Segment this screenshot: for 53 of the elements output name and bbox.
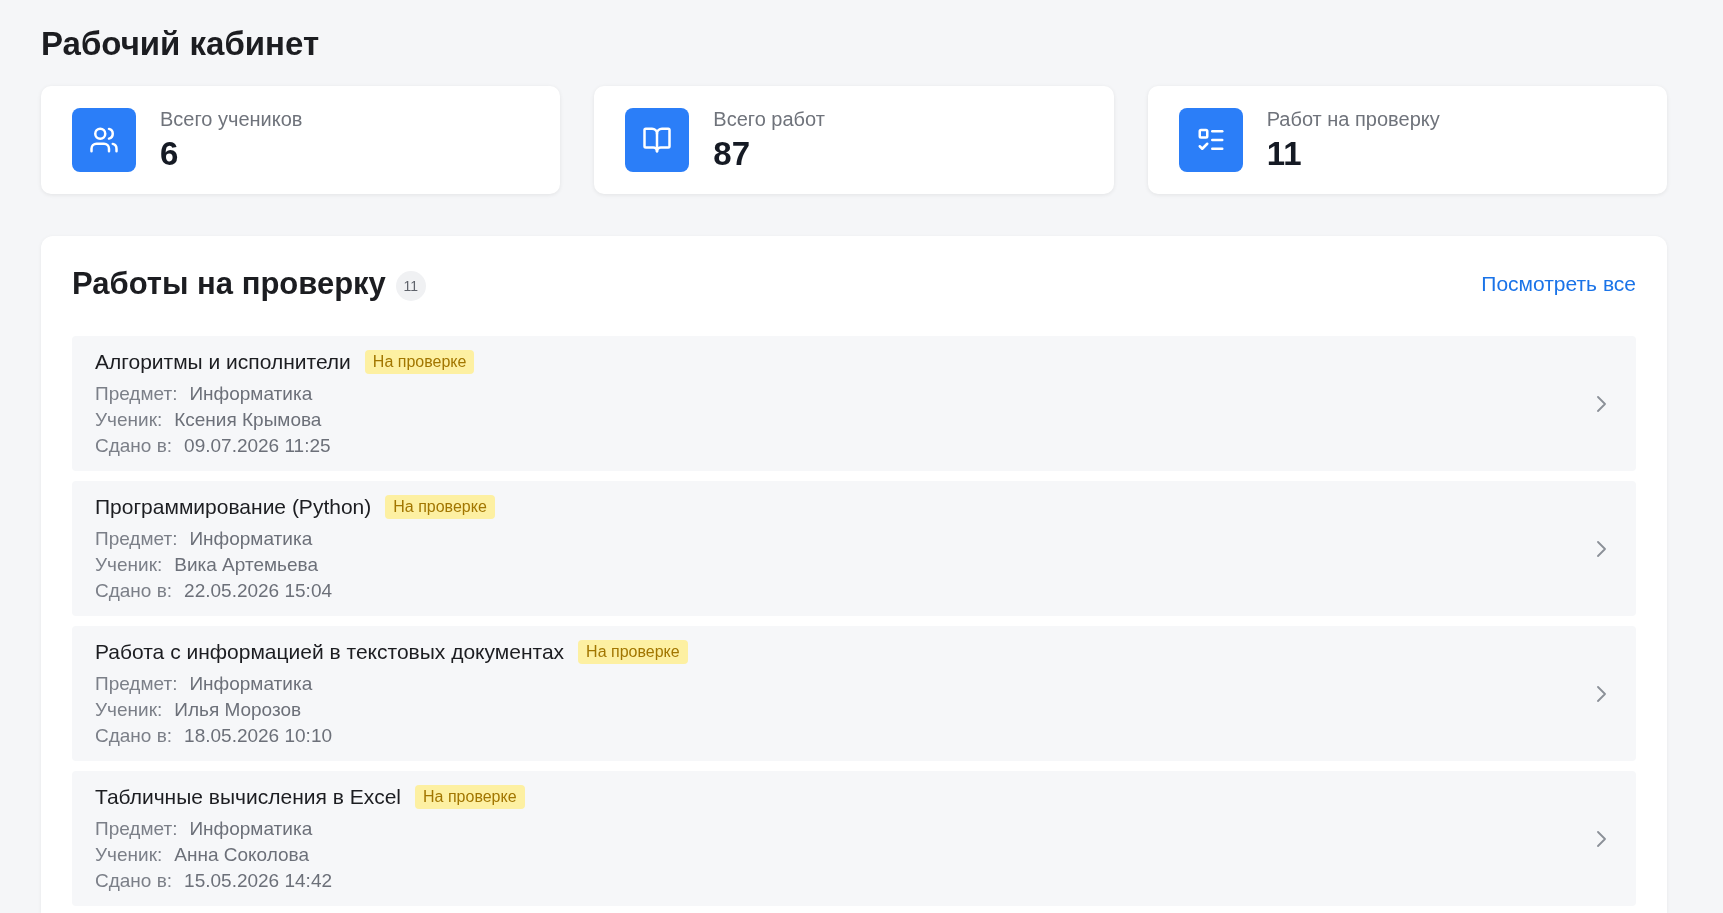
stat-value: 11 bbox=[1266, 135, 1303, 173]
chevron-right-icon bbox=[1597, 540, 1606, 557]
field-label: Ученик: bbox=[95, 408, 163, 432]
chevron-right-icon bbox=[1597, 685, 1606, 702]
field-label: Предмет: bbox=[95, 527, 178, 551]
field-value: 09.07.2026 11:25 bbox=[184, 434, 331, 458]
panel-title: Работы на проверку bbox=[72, 265, 386, 303]
chevron-right-icon bbox=[1597, 395, 1606, 412]
field-label: Сдано в: bbox=[95, 724, 173, 748]
status-badge: На проверке bbox=[578, 640, 688, 664]
view-all-link[interactable]: Посмотреть все bbox=[1481, 271, 1636, 297]
field-value: Информатика bbox=[189, 527, 313, 551]
status-badge: На проверке bbox=[364, 350, 475, 374]
open-book-icon bbox=[625, 108, 690, 172]
work-title: Программирование (Python) bbox=[95, 494, 372, 520]
status-badge: На проверке bbox=[415, 785, 525, 809]
field-value: Илья Морозов bbox=[174, 698, 302, 722]
field-value: Информатика bbox=[189, 817, 313, 841]
page-title: Рабочий кабинет bbox=[41, 24, 320, 64]
field-label: Ученик: bbox=[95, 698, 163, 722]
work-title: Алгоритмы и исполнители bbox=[95, 349, 351, 375]
review-item[interactable]: Табличные вычисления в Excel На проверке Предмет: Информатика Ученик: Анна Соколова Сдано в: 15.05.2026 14:42 bbox=[72, 771, 1636, 906]
work-title: Работа с информацией в текстовых документах bbox=[95, 639, 565, 665]
field-value: 22.05.2026 15:04 bbox=[184, 579, 332, 603]
field-value: Вика Артемьева bbox=[174, 553, 318, 577]
field-label: Предмет: bbox=[95, 817, 178, 841]
field-label: Ученик: bbox=[95, 843, 163, 867]
stat-value: 6 bbox=[160, 135, 180, 173]
field-label: Предмет: bbox=[95, 672, 178, 696]
work-title: Табличные вычисления в Excel bbox=[95, 784, 401, 810]
count-badge: 11 bbox=[395, 271, 426, 301]
field-value: 15.05.2026 14:42 bbox=[184, 869, 332, 893]
status-badge: На проверке bbox=[385, 495, 495, 519]
field-value: Информатика bbox=[189, 382, 313, 406]
field-label: Предмет: bbox=[95, 382, 178, 406]
field-label: Ученик: bbox=[95, 553, 163, 577]
field-label: Сдано в: bbox=[95, 434, 173, 458]
field-value: 18.05.2026 10:10 bbox=[184, 724, 332, 748]
stat-label: Всего работ bbox=[713, 107, 825, 131]
users-icon bbox=[72, 108, 136, 172]
field-label: Сдано в: bbox=[95, 579, 173, 603]
review-item[interactable]: Алгоритмы и исполнители На проверке Предмет: Информатика Ученик: Ксения Крымова Сдано в: 09.07.2026 11:25 bbox=[72, 336, 1636, 471]
field-value: Информатика bbox=[189, 672, 313, 696]
review-item[interactable]: Работа с информацией в текстовых документах На проверке Предмет: Информатика Ученик: Илья Морозов Сдано в: 18.05.2026 10:10 bbox=[72, 626, 1636, 761]
chevron-right-icon bbox=[1597, 830, 1606, 847]
stat-label: Работ на проверку bbox=[1266, 107, 1440, 131]
checklist-icon bbox=[1178, 108, 1243, 172]
review-item[interactable]: Программирование (Python) На проверке Предмет: Информатика Ученик: Вика Артемьева Сдано в: 22.05.2026 15:04 bbox=[72, 481, 1636, 616]
stat-label: Всего учеников bbox=[160, 107, 303, 131]
field-value: Ксения Крымова bbox=[174, 408, 322, 432]
stat-value: 87 bbox=[713, 135, 752, 173]
field-label: Сдано в: bbox=[95, 869, 173, 893]
field-value: Анна Соколова bbox=[174, 843, 309, 867]
